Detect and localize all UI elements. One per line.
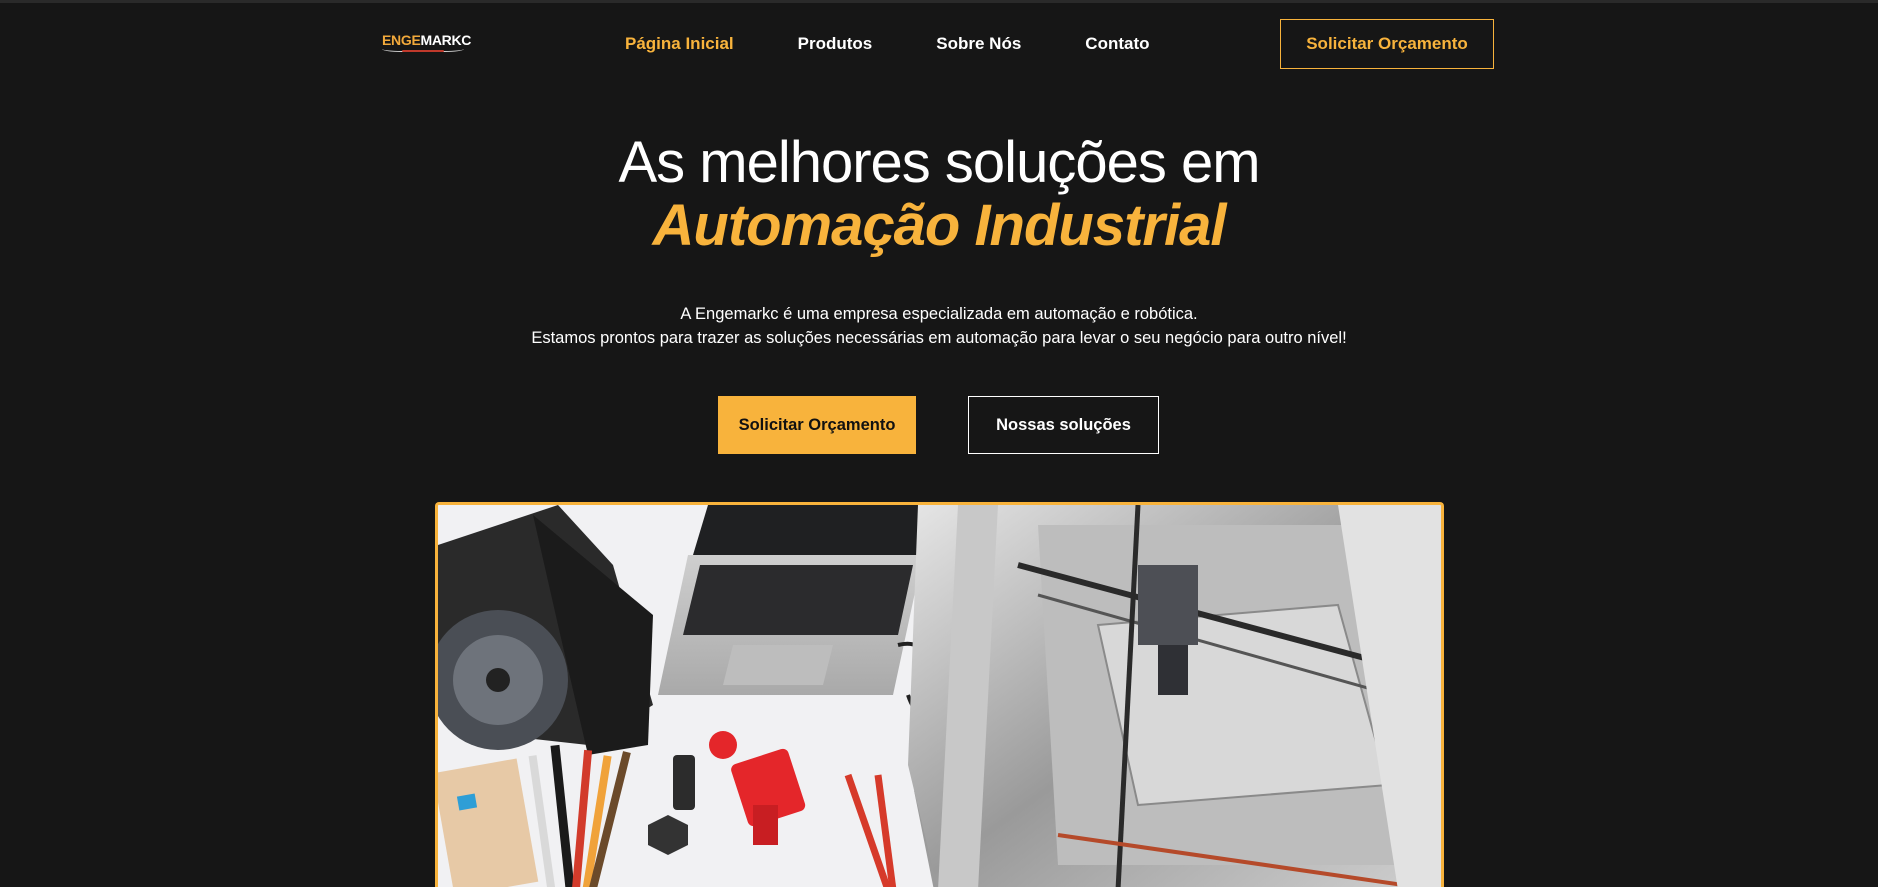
logo-swoosh-accent [402, 50, 444, 52]
brand-logo[interactable]: ENGEMARKC [382, 32, 471, 54]
hero-image [435, 502, 1444, 887]
hero-title-highlight: Automação Industrial [652, 193, 1227, 258]
hero-title-line1: As melhores soluções em [618, 130, 1260, 195]
hero-description-line2: Estamos prontos para trazer as soluções … [531, 329, 1347, 347]
logo-part-markc: MARKC [420, 32, 472, 48]
nav-link-home[interactable]: Página Inicial [625, 34, 734, 54]
logo-wordmark: ENGEMARKC [382, 32, 471, 48]
main-navigation: Página Inicial Produtos Sobre Nós Contat… [625, 34, 1214, 54]
hero-description-line1: A Engemarkc é uma empresa especializada … [680, 305, 1198, 323]
logo-part-enge: ENGE [382, 32, 421, 48]
nav-link-contact[interactable]: Contato [1085, 34, 1149, 54]
hero-quote-button[interactable]: Solicitar Orçamento [718, 396, 916, 454]
top-border [0, 0, 1878, 3]
nav-link-products[interactable]: Produtos [798, 34, 873, 54]
nav-link-about[interactable]: Sobre Nós [936, 34, 1021, 54]
header-quote-button[interactable]: Solicitar Orçamento [1280, 19, 1494, 69]
hero-title: As melhores soluções em Automação Indust… [0, 130, 1878, 256]
hero-description: A Engemarkc é uma empresa especializada … [0, 302, 1878, 350]
3d-printer-icon [908, 505, 1441, 887]
hero-solutions-button[interactable]: Nossas soluções [968, 396, 1159, 454]
